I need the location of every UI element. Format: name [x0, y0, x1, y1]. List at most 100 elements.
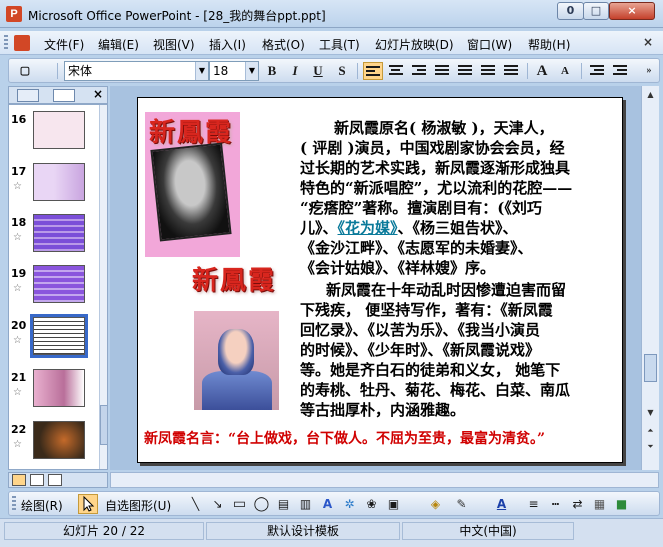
- scroll-down-icon[interactable]: ▼: [644, 406, 657, 420]
- slide-thumbnail-22[interactable]: 22 ☆: [9, 421, 93, 465]
- italic-button[interactable]: I: [285, 62, 305, 80]
- current-slide[interactable]: 新鳳霞 新鳳霞 新凤霞原名( 杨淑敏 )，天津人， ( 评剧 )演员，中国戏剧家…: [137, 97, 623, 463]
- writing-paragraph[interactable]: 新凤霞在十年动乱时因惨遭迫害而留 下残疾， 便坚持写作，著有：《新凤霞 回忆录》…: [300, 280, 620, 420]
- xin-fengxia-photo-2[interactable]: [194, 311, 279, 410]
- arrow-style-icon[interactable]: ⇄: [569, 496, 586, 512]
- autoshapes-menu-button[interactable]: 自选图形(U): [105, 497, 171, 514]
- hua-wei-mei-link[interactable]: 《花为媒》: [338, 219, 398, 237]
- toolbar-grip-icon[interactable]: [4, 35, 8, 51]
- align-center-button[interactable]: [386, 62, 406, 80]
- toolbar-separator: [357, 63, 358, 79]
- minimize-button[interactable]: 0: [557, 2, 584, 20]
- rectangle-tool-icon[interactable]: ▭: [231, 496, 248, 512]
- slide-thumbnail-21[interactable]: 21 ☆: [9, 369, 93, 413]
- menu-tools[interactable]: 工具(T): [319, 36, 360, 53]
- 3d-style-icon[interactable]: ■: [613, 496, 630, 512]
- close-button[interactable]: ×: [609, 2, 655, 20]
- underline-button[interactable]: U: [308, 62, 328, 80]
- slide-sorter-view-icon[interactable]: [30, 474, 44, 486]
- thumbnail-image[interactable]: [33, 214, 85, 252]
- numbering-button[interactable]: [455, 62, 475, 80]
- maximize-button[interactable]: □: [583, 2, 609, 20]
- famous-quote[interactable]: 新凤霞名言：“台上做戏，台下做人。不屈为至贵，最富为清贫。”: [144, 428, 545, 448]
- toolbar-options-icon[interactable]: »: [639, 62, 659, 80]
- scrollbar-thumb[interactable]: [644, 354, 657, 382]
- grow-font-button[interactable]: A: [532, 62, 552, 80]
- design-template-status[interactable]: 默认设计模板: [206, 522, 400, 540]
- line-spacing-button[interactable]: [478, 62, 498, 80]
- arrow-tool-icon[interactable]: ↘: [209, 496, 226, 512]
- slide-thumbnail-17[interactable]: 17 ☆: [9, 163, 93, 207]
- oval-tool-icon[interactable]: ◯: [253, 496, 270, 512]
- thumbnail-image[interactable]: [30, 314, 88, 358]
- font-color-icon[interactable]: A: [493, 496, 510, 512]
- paragraph-spacing-button[interactable]: [501, 62, 521, 80]
- paragraph-spacing-icon: [504, 65, 518, 77]
- next-slide-icon[interactable]: ⏷: [644, 440, 657, 454]
- toolbar-grip-icon[interactable]: [12, 496, 16, 512]
- thumbnail-image[interactable]: [33, 111, 85, 149]
- previous-slide-icon[interactable]: ⏶: [644, 424, 657, 438]
- menu-format[interactable]: 格式(O): [262, 36, 305, 53]
- slides-tab-icon[interactable]: [53, 89, 75, 102]
- wordart-icon[interactable]: A: [319, 496, 336, 512]
- line-tool-icon[interactable]: ╲: [187, 496, 204, 512]
- menu-slideshow[interactable]: 幻灯片放映(D): [375, 36, 454, 53]
- increase-indent-button[interactable]: [610, 62, 630, 80]
- scrollbar-thumb[interactable]: [100, 405, 107, 445]
- slide-thumbnail-16[interactable]: 16: [9, 111, 93, 155]
- menu-help[interactable]: 帮助(H): [528, 36, 570, 53]
- line-style-icon[interactable]: ≡: [525, 496, 542, 512]
- font-size-combo[interactable]: 18 ▼: [209, 61, 259, 81]
- slide-editing-area[interactable]: 新鳳霞 新鳳霞 新凤霞原名( 杨淑敏 )，天津人， ( 评剧 )演员，中国戏剧家…: [110, 86, 641, 470]
- decrease-indent-button[interactable]: [587, 62, 607, 80]
- bold-button[interactable]: B: [262, 62, 282, 80]
- thumbnail-image[interactable]: [33, 265, 85, 303]
- document-icon[interactable]: [14, 35, 30, 51]
- chevron-down-icon[interactable]: ▼: [245, 62, 258, 80]
- dash-style-icon[interactable]: ┅: [547, 496, 564, 512]
- horizontal-scrollbar[interactable]: [110, 472, 659, 488]
- scroll-up-icon[interactable]: ▲: [644, 88, 657, 102]
- line-color-icon[interactable]: ✎: [453, 496, 470, 512]
- picture-icon[interactable]: ▣: [385, 496, 402, 512]
- menu-file[interactable]: 文件(F): [44, 36, 84, 53]
- draw-menu-button[interactable]: 绘图(R): [21, 497, 63, 514]
- editing-scrollbar[interactable]: ▲ ▼ ⏶ ⏷: [641, 86, 659, 470]
- clipart-icon[interactable]: ❀: [363, 496, 380, 512]
- slide-thumbnail-18[interactable]: 18 ☆: [9, 214, 93, 258]
- fill-color-icon[interactable]: ◈: [427, 496, 444, 512]
- thumbnail-image[interactable]: [33, 369, 85, 407]
- thumbnail-image[interactable]: [33, 421, 85, 459]
- shadow-button[interactable]: S: [332, 62, 352, 80]
- slide-thumbnail-20[interactable]: 20 ☆: [9, 314, 93, 361]
- outline-tab-icon[interactable]: [17, 89, 39, 102]
- textbox-tool-icon[interactable]: ▤: [275, 496, 292, 512]
- thumbnail-image[interactable]: [33, 163, 85, 201]
- new-slide-icon[interactable]: ▢: [15, 62, 35, 80]
- chevron-down-icon[interactable]: ▼: [195, 62, 208, 80]
- xin-fengxia-photo-1[interactable]: 新鳳霞: [145, 112, 240, 257]
- slide-thumbnail-19[interactable]: 19 ☆: [9, 265, 93, 309]
- menu-view[interactable]: 视图(V): [153, 36, 195, 53]
- align-right-button[interactable]: [409, 62, 429, 80]
- bullets-button[interactable]: [432, 62, 452, 80]
- menu-bar: 文件(F) 编辑(E) 视图(V) 插入(I) 格式(O) 工具(T) 幻灯片放…: [0, 31, 663, 55]
- vertical-textbox-icon[interactable]: ▥: [297, 496, 314, 512]
- biography-paragraph[interactable]: 新凤霞原名( 杨淑敏 )，天津人， ( 评剧 )演员，中国戏剧家协会会员，经 过…: [300, 118, 620, 278]
- align-left-button[interactable]: [363, 62, 383, 80]
- document-close-icon[interactable]: ×: [643, 35, 653, 49]
- shadow-style-icon[interactable]: ▦: [591, 496, 608, 512]
- font-name-combo[interactable]: 宋体 ▼: [64, 61, 209, 81]
- normal-view-icon[interactable]: [12, 474, 26, 486]
- slideshow-view-icon[interactable]: [48, 474, 62, 486]
- pane-close-icon[interactable]: ×: [93, 87, 103, 101]
- select-cursor-button[interactable]: [78, 494, 98, 514]
- thumbnail-scrollbar[interactable]: [99, 105, 107, 469]
- menu-edit[interactable]: 编辑(E): [98, 36, 139, 53]
- diagram-icon[interactable]: ✲: [341, 496, 358, 512]
- menu-insert[interactable]: 插入(I): [209, 36, 246, 53]
- menu-window[interactable]: 窗口(W): [467, 36, 512, 53]
- shrink-font-button[interactable]: A: [555, 62, 575, 80]
- title-art-2[interactable]: 新鳳霞: [192, 260, 276, 297]
